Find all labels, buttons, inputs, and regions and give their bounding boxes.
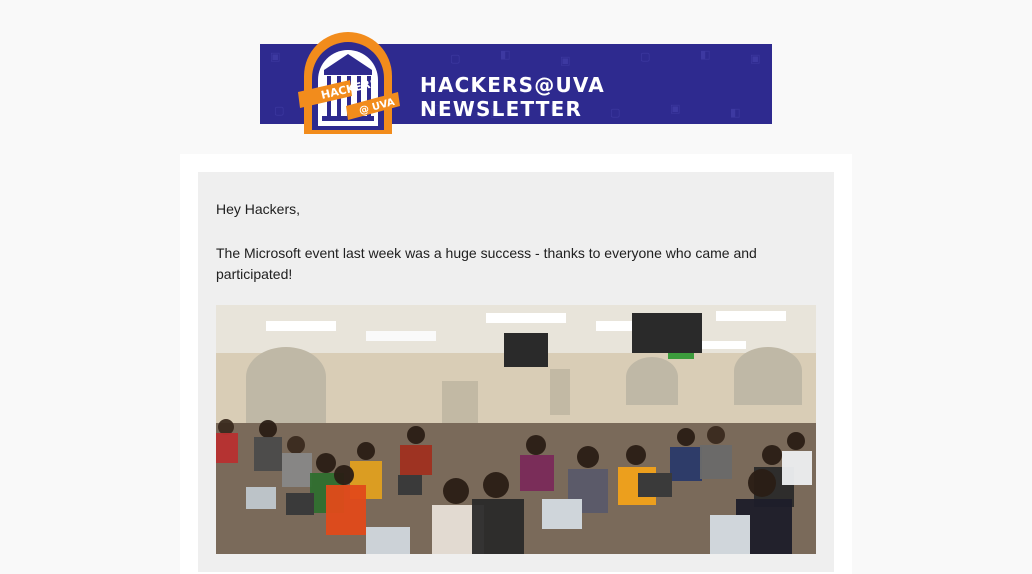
event-photo xyxy=(216,305,816,554)
email-paragraph: The Microsoft event last week was a huge… xyxy=(216,245,757,282)
newsletter-title: HACKERS@UVA NEWSLETTER xyxy=(420,73,605,121)
newsletter-banner: ▣ ▢ ◧ ▣ ▢ ◧ ▣ ▢ ▣ ◧ ▢ ▣ ◧ ▢ HACKERS @ UVA HACKE… xyxy=(260,32,772,134)
email-greeting: Hey Hackers, xyxy=(216,201,301,217)
hackers-uva-logo: HACKERS @ UVA xyxy=(298,32,400,134)
event-photo-illustration xyxy=(216,305,816,554)
